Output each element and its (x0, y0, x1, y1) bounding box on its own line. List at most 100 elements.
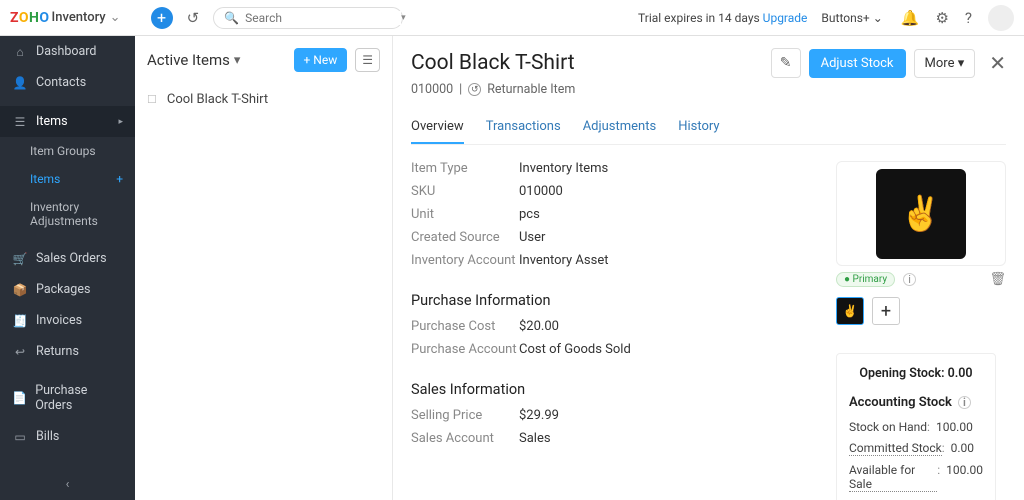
search-scope-icon[interactable]: ▾ (401, 13, 406, 23)
field-key[interactable]: Available for Sale (849, 463, 937, 492)
field-key: Purchase Account (411, 342, 519, 357)
checkbox-icon[interactable]: ☐ (147, 93, 157, 106)
field-value: pcs (519, 207, 540, 222)
list-title[interactable]: Active Items (147, 51, 230, 69)
detail-tabs: Overview Transactions Adjustments Histor… (411, 111, 1006, 145)
cart-icon: 🛒 (12, 252, 28, 266)
more-button[interactable]: More ▾ (914, 49, 976, 78)
sidebar-item-contacts[interactable]: 👤 Contacts (0, 67, 135, 98)
sidebar-item-items[interactable]: ☰Items▸ (0, 106, 135, 137)
image-thumb[interactable]: ✌ (836, 297, 864, 325)
sidebar-item-sales-orders[interactable]: 🛒 Sales Orders (0, 243, 135, 274)
dashboard-icon: ⌂ (12, 45, 28, 59)
sidebar-label: Invoices (36, 313, 82, 328)
info-icon[interactable]: i (958, 396, 971, 409)
sidebar-item-invoices[interactable]: 🧾 Invoices (0, 305, 135, 336)
search-input[interactable] (245, 11, 401, 25)
field-key[interactable]: Committed Stock (849, 441, 942, 456)
field-value: $29.99 (519, 408, 559, 423)
bell-icon[interactable]: 🔔 (901, 9, 920, 27)
adjust-stock-button[interactable]: Adjust Stock (809, 49, 906, 78)
field-value: Cost of Goods Sold (519, 342, 631, 357)
tab-overview[interactable]: Overview (411, 111, 464, 144)
field-key: SKU (411, 184, 519, 199)
sidebar-sub-items[interactable]: Items+ (0, 165, 135, 193)
acc-stock-head: Accounting Stocki (849, 395, 983, 410)
list-header: Active Items ▾ + New ☰ (135, 36, 392, 84)
quick-add-button[interactable]: + (151, 7, 173, 29)
list-item[interactable]: ☐ Cool Black T-Shirt (135, 84, 392, 115)
logo: ZOHO (10, 10, 50, 26)
upgrade-link[interactable]: Upgrade (763, 11, 808, 25)
returnable-label: Returnable Item (487, 82, 575, 97)
primary-badge: ● Primary (836, 272, 895, 287)
sidebar-label: Dashboard (36, 44, 96, 59)
field-value: $20.00 (519, 319, 559, 334)
sidebar-item-returns[interactable]: ↩ Returns (0, 336, 135, 367)
field-value: 0.00 (945, 441, 983, 456)
stock-box: Opening Stock: 0.00 Accounting Stocki St… (836, 353, 996, 500)
sidebar-item-purchase-orders[interactable]: 📄Purchase Orders (0, 375, 135, 421)
field-value: Inventory Asset (519, 253, 608, 268)
sales-title: Sales Information (411, 381, 812, 398)
sidebar-label: Contacts (36, 75, 86, 90)
sidebar-item-packages[interactable]: 📦Packages (0, 274, 135, 305)
field-value: 100.00 (930, 420, 983, 434)
sidebar-item-bills[interactable]: ▭ Bills (0, 421, 135, 452)
help-icon[interactable]: ? (965, 9, 972, 27)
item-sku: 010000 (411, 82, 453, 97)
sidebar-label: Items (36, 114, 68, 129)
list-item-label: Cool Black T-Shirt (167, 92, 268, 107)
sidebar-label: Purchase Orders (35, 383, 123, 413)
add-image-button[interactable]: + (872, 297, 900, 325)
edit-button[interactable]: ✎ (771, 48, 801, 78)
info-icon[interactable]: i (903, 273, 916, 286)
sidebar-sub-inv-adj[interactable]: Inventory Adjustments (0, 193, 135, 235)
field-value: Inventory Items (519, 161, 608, 176)
sidebar-label: Bills (36, 429, 59, 444)
invoice-icon: 🧾 (12, 314, 28, 328)
sku-row: 010000 | ↺ Returnable Item (411, 82, 1006, 97)
new-item-button[interactable]: + New (294, 48, 348, 72)
field-key: Purchase Cost (411, 319, 519, 334)
sidebar-collapse[interactable]: ‹ (0, 469, 135, 500)
recent-icon[interactable]: ↺ (187, 9, 200, 27)
detail-header: Cool Black T-Shirt ✎ Adjust Stock More ▾… (411, 48, 1006, 78)
close-icon[interactable]: ✕ (989, 51, 1006, 75)
sidebar-label: Sales Orders (36, 251, 107, 266)
tab-history[interactable]: History (678, 111, 719, 144)
package-icon: 📦 (12, 283, 28, 297)
list-pane: Active Items ▾ + New ☰ ☐ Cool Black T-Sh… (135, 36, 393, 500)
list-view-toggle[interactable]: ☰ (355, 48, 380, 72)
detail-fields: Item TypeInventory Items SKU010000 Unitp… (411, 161, 812, 500)
sidebar-sub-item-groups[interactable]: Item Groups (0, 137, 135, 165)
field-key: Sales Account (411, 431, 519, 446)
contacts-icon: 👤 (12, 76, 28, 90)
sidebar-item-dashboard[interactable]: ⌂ Dashboard (0, 36, 135, 67)
field-key: Inventory Account (411, 253, 519, 268)
return-icon: ↩ (12, 345, 28, 359)
sidebar-label: Returns (36, 344, 79, 359)
delete-image-icon[interactable]: 🗑 (989, 272, 1006, 287)
tab-adjustments[interactable]: Adjustments (583, 111, 657, 144)
search-box[interactable]: 🔍 ▾ (213, 7, 403, 29)
field-key: Stock on Hand (849, 420, 927, 434)
field-value: 100.00 (940, 463, 983, 492)
items-icon: ☰ (12, 115, 28, 129)
plus-icon[interactable]: + (116, 172, 123, 186)
field-key: Unit (411, 207, 519, 222)
purchase-title: Purchase Information (411, 292, 812, 309)
product-dropdown-icon[interactable]: ⌄ (110, 10, 121, 25)
gear-icon[interactable]: ⚙ (935, 9, 948, 27)
tab-transactions[interactable]: Transactions (486, 111, 561, 144)
bill-icon: ▭ (12, 430, 28, 444)
list-filter-caret-icon[interactable]: ▾ (234, 53, 241, 68)
avatar[interactable] (988, 5, 1014, 31)
field-value: Sales (519, 431, 551, 446)
org-selector[interactable]: Buttons+ ⌄ (821, 11, 882, 25)
opening-stock: Opening Stock: 0.00 (849, 366, 983, 381)
item-image[interactable] (836, 161, 1006, 266)
item-title: Cool Black T-Shirt (411, 51, 575, 75)
returnable-icon: ↺ (468, 83, 481, 96)
detail-pane: Cool Black T-Shirt ✎ Adjust Stock More ▾… (393, 36, 1024, 500)
